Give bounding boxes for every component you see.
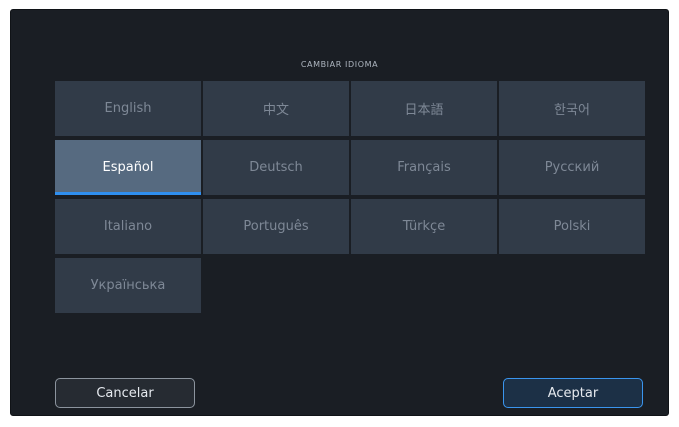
language-label: English: [104, 101, 152, 116]
language-label: Deutsch: [249, 160, 303, 175]
dialog-title: CAMBIAR IDIOMA: [300, 60, 379, 69]
language-option-chinese[interactable]: 中文: [203, 81, 349, 136]
language-option-turkish[interactable]: Türkçe: [351, 199, 497, 254]
language-option-italian[interactable]: Italiano: [55, 199, 201, 254]
language-option-portuguese[interactable]: Português: [203, 199, 349, 254]
selection-indicator: [55, 192, 201, 195]
language-option-spanish[interactable]: Español: [55, 140, 201, 195]
language-option-polish[interactable]: Polski: [499, 199, 645, 254]
language-label: 한국어: [554, 103, 590, 118]
language-label: Русский: [544, 160, 600, 175]
language-option-russian[interactable]: Русский: [499, 140, 645, 195]
accept-button[interactable]: Aceptar: [503, 378, 643, 408]
language-label: Polski: [553, 219, 591, 234]
language-label: Français: [397, 160, 451, 175]
language-label: 日本語: [404, 103, 444, 118]
language-option-german[interactable]: Deutsch: [203, 140, 349, 195]
language-label: 中文: [262, 103, 289, 118]
language-dialog: CAMBIAR IDIOMA English 中文 日本語 한국어 Españo…: [10, 9, 669, 416]
language-option-korean[interactable]: 한국어: [499, 81, 645, 136]
language-label: Українська: [90, 278, 166, 293]
language-option-english[interactable]: English: [55, 81, 201, 136]
language-label: Español: [102, 160, 154, 175]
language-label: Türkçe: [402, 219, 446, 234]
cancel-button[interactable]: Cancelar: [55, 378, 195, 408]
language-option-japanese[interactable]: 日本語: [351, 81, 497, 136]
language-label: Português: [243, 219, 309, 234]
language-option-french[interactable]: Français: [351, 140, 497, 195]
language-option-ukrainian[interactable]: Українська: [55, 258, 201, 313]
language-label: Italiano: [103, 219, 153, 234]
